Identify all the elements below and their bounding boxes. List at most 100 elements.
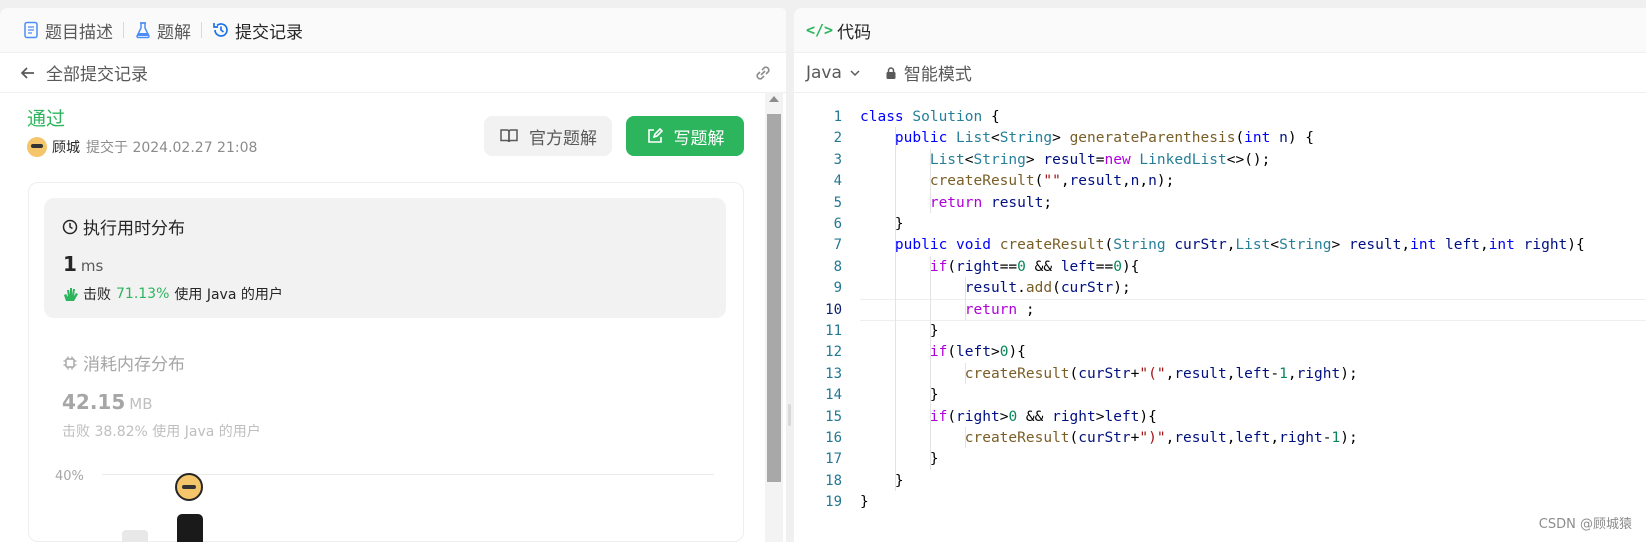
watermark: CSDN @顾城猿 [1538,517,1632,532]
indent-guide [929,255,931,470]
language-select[interactable]: Java [806,63,862,83]
runtime-title: 执行用时分布 [62,214,185,239]
submission-status: 通过 [27,108,66,130]
chart-bar-user[interactable] [177,514,203,542]
line-number: 14 [825,387,842,404]
code-toolbar: Java 智能模式 [794,53,1646,93]
code-text[interactable]: } [860,494,869,510]
code-line[interactable]: 3 List<String> result=new LinkedList<>()… [794,149,1646,171]
line-number: 13 [825,365,842,382]
runtime-distribution[interactable]: 执行用时分布 1 ms 击败 71.13% 使用 Java 的用户 [44,198,726,318]
code-line[interactable]: 13 createResult(curStr+"(",result,left-1… [794,363,1646,385]
runtime-beat-percent: 71.13% [116,286,170,302]
code-text[interactable]: List<String> result=new LinkedList<>(); [860,152,1271,168]
memory-beat: 击败 38.82% 使用 Java 的用户 [62,424,261,440]
scroll-thumb[interactable] [767,114,781,482]
chip-icon [63,356,77,369]
code-editor[interactable]: 1 class Solution {2 public List<String> g… [794,101,1646,542]
line-number: 6 [833,216,842,232]
code-text[interactable]: createResult(curStr+")",result,left,righ… [860,430,1358,446]
code-line[interactable]: 14 } [794,384,1646,406]
indent-guide [929,148,931,213]
official-solution-button[interactable]: 官方题解 [484,116,612,156]
code-text[interactable]: public List<String> generateParenthesis(… [860,130,1314,146]
tab-description[interactable]: 题目描述 [22,18,113,43]
tab-submissions[interactable]: 提交记录 [212,18,303,43]
all-submissions-title[interactable]: 全部提交记录 [46,60,148,85]
code-line[interactable]: 6 } [794,213,1646,235]
line-number: 19 [825,494,842,511]
code-text[interactable]: return ; [860,302,1035,318]
line-number: 15 [825,408,842,425]
chart-bar[interactable] [122,530,148,542]
submission-meta: 顾城 提交于 2024.02.27 21:08 [27,137,257,157]
code-line[interactable]: 16 createResult(curStr+")",result,left,r… [794,427,1646,449]
code-line[interactable]: 8 if(right==0 && left==0){ [794,256,1646,278]
code-text[interactable]: result.add(curStr); [860,280,1131,296]
code-line[interactable]: 7 public void createResult(String curStr… [794,234,1646,256]
code-text[interactable]: if(right==0 && left==0){ [860,259,1140,275]
code-header: </> 代码 [794,8,1646,53]
history-icon [213,23,228,37]
code-text[interactable]: } [860,216,904,232]
code-line[interactable]: 15 if(right>0 && right>left){ [794,406,1646,428]
chart-tick-label: 40% [55,469,84,484]
tab-submissions-label: 提交记录 [235,22,303,43]
code-text[interactable]: } [860,451,939,467]
code-line[interactable]: 17 } [794,448,1646,470]
code-line[interactable]: 12 if(left>0){ [794,341,1646,363]
code-text[interactable]: } [860,473,904,489]
code-text[interactable]: if(left>0){ [860,344,1026,360]
code-text[interactable]: createResult(curStr+"(",result,left-1,ri… [860,366,1358,382]
memory-title[interactable]: 消耗内存分布 [62,350,185,375]
code-text[interactable]: class Solution { [860,109,1000,125]
runtime-number: 1 [63,252,77,276]
code-line[interactable]: 11 } [794,320,1646,342]
left-scrollbar[interactable] [765,92,783,542]
write-solution-button[interactable]: 写题解 [626,116,744,156]
code-line[interactable]: 2 public List<String> generateParenthesi… [794,127,1646,149]
tab-solutions[interactable]: 题解 [134,18,191,43]
code-text[interactable]: if(right>0 && right>left){ [860,409,1157,425]
code-line[interactable]: 5 return result; [794,192,1646,214]
user-name[interactable]: 顾城 [52,137,80,157]
code-text[interactable]: } [860,323,939,339]
line-number: 16 [825,430,842,446]
code-icon: </> [806,21,834,39]
code-line[interactable]: 9 result.add(curStr); [794,277,1646,299]
code-line[interactable]: 19} [794,491,1646,513]
code-text[interactable]: } [860,387,939,403]
line-number: 3 [833,151,842,168]
code-text[interactable]: return result; [860,195,1052,211]
book-icon [500,129,518,143]
chevron-down-icon [850,69,860,76]
memory-value: 42.15 MB [62,390,153,414]
line-number: 7 [833,237,842,254]
left-tab-bar: 题目描述 题解 提交记录 [0,8,788,53]
code-line[interactable]: 4 createResult("",result,n,n); [794,170,1646,192]
indent-guide [964,427,966,449]
indent-guide [894,127,896,492]
smart-mode-toggle[interactable]: 智能模式 [884,60,972,85]
line-number: 17 [825,451,842,468]
panel-resize-handle[interactable] [786,0,794,542]
line-number: 11 [825,323,842,339]
code-line[interactable]: 10 return ; [794,299,1646,321]
clock-icon [62,219,78,234]
code-line[interactable]: 18 } [794,470,1646,492]
code-title: 代码 [837,22,872,43]
line-number: 9 [833,280,842,297]
scroll-up-arrow-icon[interactable] [769,96,779,102]
tab-solutions-label: 题解 [157,22,191,43]
line-number: 18 [825,472,842,489]
flask-icon [136,22,150,39]
arrow-left-icon[interactable] [18,63,38,83]
code-text[interactable]: createResult("",result,n,n); [860,173,1175,189]
code-line[interactable]: 1 class Solution { [794,106,1646,128]
resize-grip[interactable] [788,404,791,426]
memory-number: 42.15 [62,390,126,414]
avatar[interactable] [27,137,47,157]
code-text[interactable]: public void createResult(String curStr,L… [860,237,1585,253]
lock-icon [886,66,896,79]
link-icon[interactable] [752,62,774,84]
